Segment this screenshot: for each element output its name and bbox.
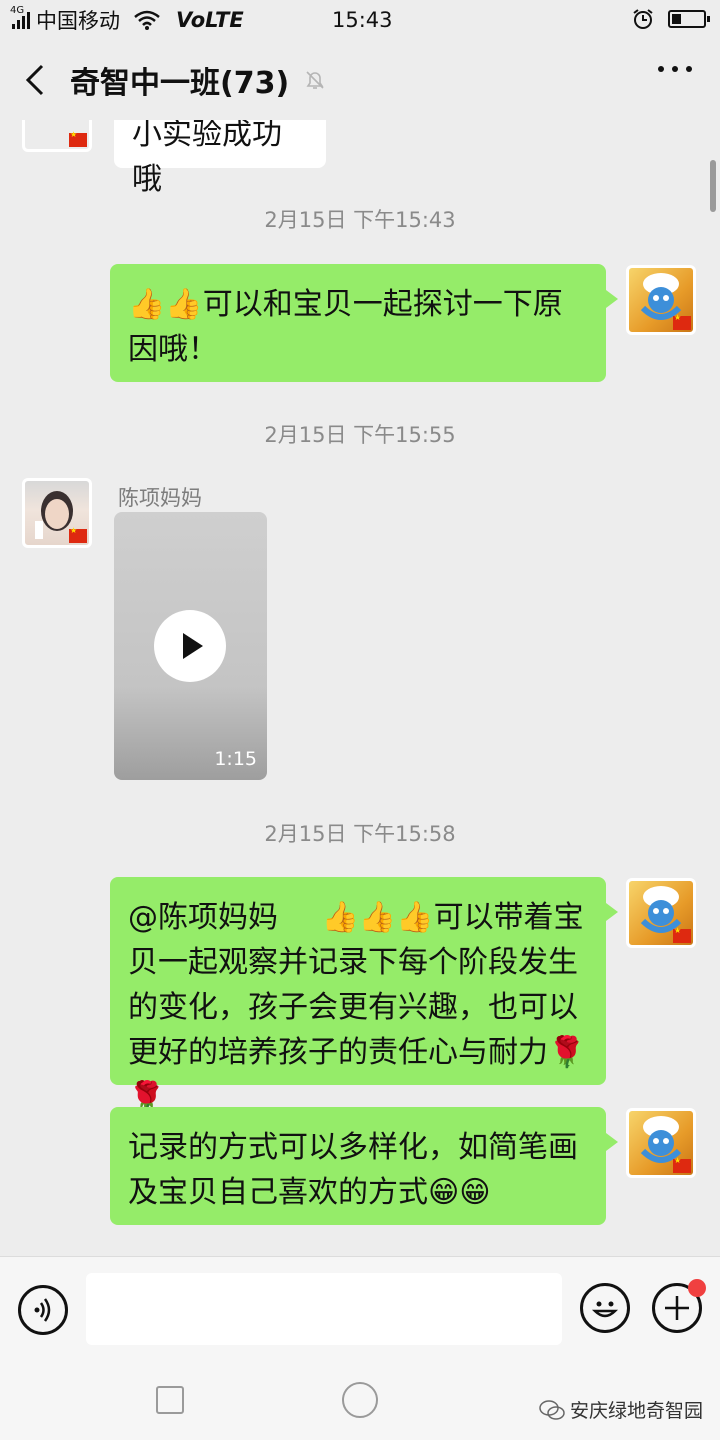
message-bubble-sent[interactable]: 👍👍可以和宝贝一起探讨一下原因哦！ bbox=[110, 264, 618, 382]
thumbs-up-icon: 👍 bbox=[321, 900, 359, 935]
message-bubble-sent[interactable]: 记录的方式可以多样化，如简笔画及宝贝自己喜欢的方式😁😁 bbox=[110, 1107, 618, 1225]
rose-icon: 🌹 bbox=[548, 1035, 586, 1070]
wechat-logo-icon bbox=[539, 1399, 565, 1420]
timestamp: 2月15日 下午15:43 bbox=[264, 208, 456, 232]
status-bar: 4G 中国移动 VoLTE 15:43 bbox=[0, 0, 720, 40]
message-bubble-received[interactable]: 小实验成功哦 bbox=[114, 120, 326, 197]
flag-icon bbox=[673, 1156, 691, 1173]
flag-icon bbox=[673, 313, 691, 330]
play-icon[interactable] bbox=[154, 610, 226, 682]
avatar-self[interactable] bbox=[626, 265, 696, 335]
chat-title: 奇智中一班(73) bbox=[70, 66, 290, 101]
home-button[interactable] bbox=[342, 1382, 378, 1418]
flag-icon bbox=[673, 926, 691, 943]
more-icon bbox=[658, 66, 664, 72]
message-bubble-sent[interactable]: @陈项妈妈 👍👍👍可以带着宝贝一起观察并记录下每个阶段发生的变化，孩子会更有兴趣… bbox=[110, 877, 618, 1115]
avatar-self[interactable] bbox=[626, 878, 696, 948]
message-text: 记录的方式可以多样化，如简笔画及宝贝自己喜欢的方式 bbox=[128, 1130, 578, 1210]
emoji-icon bbox=[591, 1301, 619, 1318]
video-message[interactable]: 1:15 bbox=[114, 512, 267, 780]
alarm-icon bbox=[633, 9, 653, 29]
carrier-name: 中国移动 bbox=[36, 9, 120, 33]
thumbs-up-icon: 👍 bbox=[396, 900, 434, 935]
signal-icon: 4G bbox=[10, 5, 30, 29]
watermark: 安庆绿地奇智园 bbox=[538, 1396, 703, 1423]
thumbs-up-icon: 👍 bbox=[165, 287, 203, 322]
volte-label: VoLTE bbox=[176, 8, 244, 32]
message-list[interactable]: 小实验成功哦 2月15日 下午15:43 👍👍可以和宝贝一起探讨一下原因哦！ 2… bbox=[0, 120, 720, 1256]
avatar-self[interactable] bbox=[626, 1108, 696, 1178]
battery-level bbox=[672, 14, 681, 24]
thumbs-up-icon: 👍 bbox=[358, 900, 397, 935]
more-button[interactable] bbox=[658, 66, 692, 72]
back-button[interactable] bbox=[0, 40, 70, 120]
battery-icon bbox=[668, 10, 710, 28]
wifi-icon bbox=[134, 10, 160, 30]
chat-header: 奇智中一班(73) bbox=[0, 40, 720, 120]
message-text: 小实验成功哦 bbox=[132, 120, 282, 197]
watermark-text: 安庆绿地奇智园 bbox=[570, 1400, 704, 1422]
system-nav-bar: 安庆绿地奇智园 bbox=[0, 1360, 720, 1440]
message-input[interactable] bbox=[86, 1273, 562, 1345]
grin-icon: 😁 bbox=[428, 1175, 460, 1210]
voice-icon bbox=[34, 1298, 51, 1322]
flag-icon bbox=[69, 526, 87, 543]
thumbs-up-icon: 👍 bbox=[128, 287, 166, 322]
status-time: 15:43 bbox=[332, 8, 393, 32]
timestamp: 2月15日 下午15:58 bbox=[264, 822, 456, 846]
input-bar bbox=[0, 1256, 720, 1360]
flag-icon bbox=[69, 130, 87, 147]
mute-bell-icon bbox=[306, 71, 324, 89]
mention-text: @陈项妈妈 bbox=[128, 900, 278, 935]
grin-icon: 😁 bbox=[459, 1175, 491, 1210]
network-type: 4G bbox=[10, 5, 25, 16]
timestamp: 2月15日 下午15:55 bbox=[264, 423, 456, 447]
sender-name: 陈项妈妈 bbox=[118, 486, 202, 510]
voice-button[interactable] bbox=[18, 1285, 68, 1335]
video-duration: 1:15 bbox=[214, 748, 257, 770]
notification-badge bbox=[688, 1279, 706, 1297]
recent-apps-button[interactable] bbox=[156, 1386, 184, 1414]
avatar-chen-xiang-mama[interactable] bbox=[22, 478, 92, 548]
avatar[interactable] bbox=[22, 120, 92, 152]
emoji-button[interactable] bbox=[580, 1283, 630, 1333]
back-icon bbox=[25, 64, 44, 96]
